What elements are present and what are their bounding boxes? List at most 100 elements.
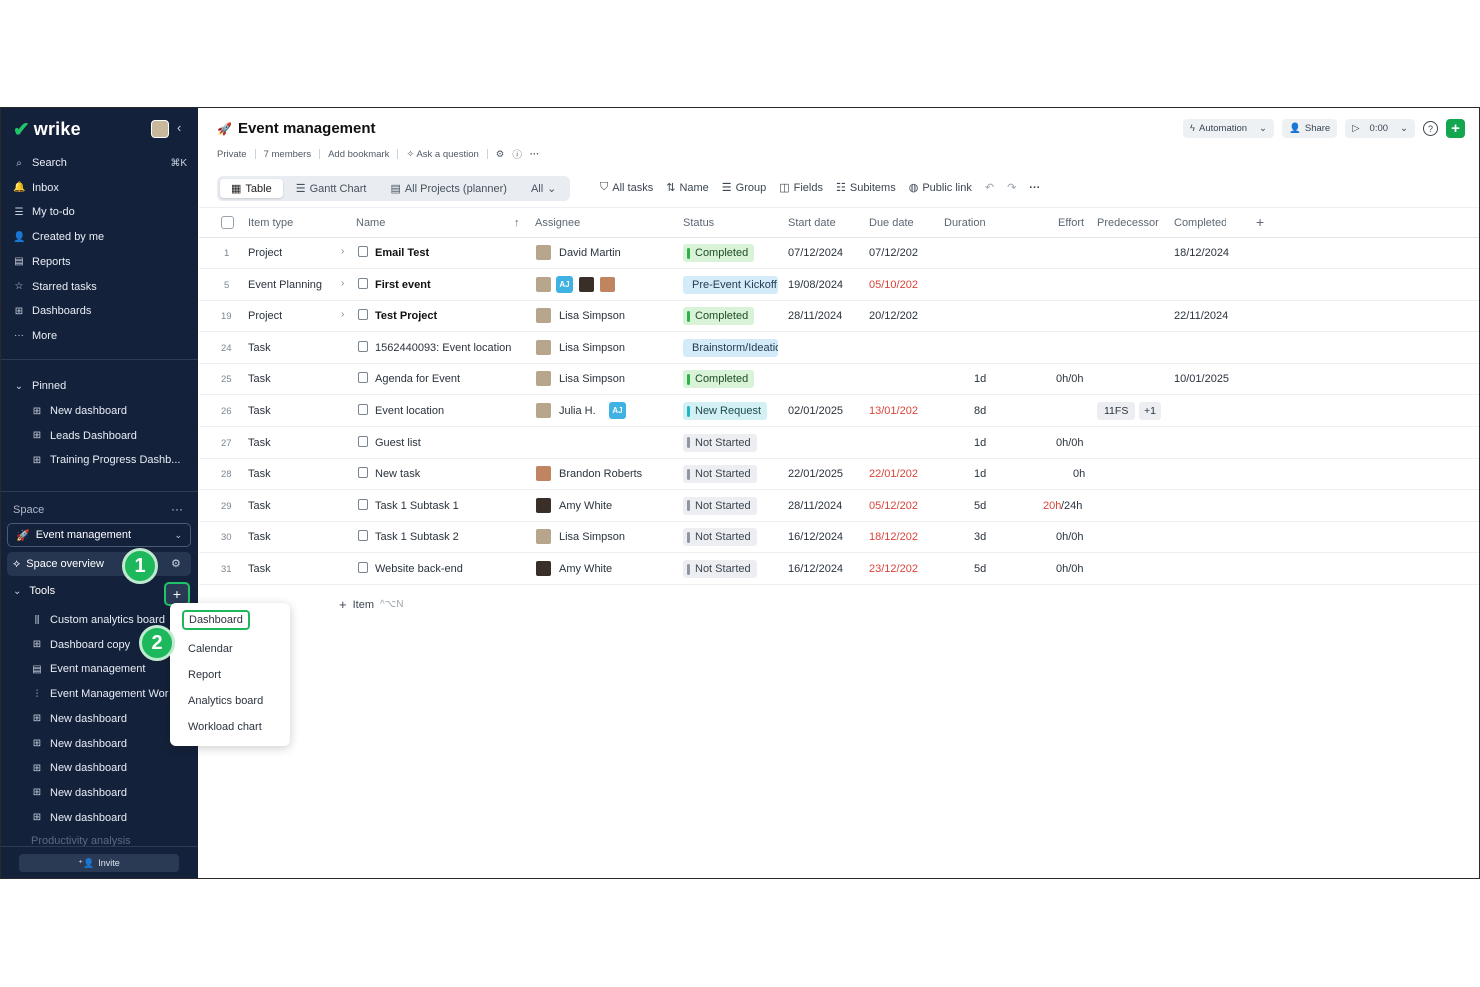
start-date[interactable]: 16/12/2024 (788, 563, 843, 575)
tab-table[interactable]: ▦ Table (220, 179, 283, 198)
item-name[interactable]: Task 1 Subtask 2 (375, 531, 525, 543)
effort[interactable]: 0h/0h (1056, 563, 1084, 575)
pinned-item[interactable]: ⊞ Training Progress Dashb... (31, 450, 189, 470)
create-new-button[interactable]: + (1446, 119, 1465, 138)
task-checkbox-icon[interactable] (358, 562, 368, 573)
info-icon[interactable]: ⓘ (512, 147, 522, 161)
ask-question-link[interactable]: ✧ Ask a question (406, 149, 478, 160)
assignee-name[interactable]: Julia H. (559, 405, 596, 417)
completed-date[interactable]: 10/01/2025 (1174, 373, 1229, 385)
wrike-logo[interactable]: ✔ wrike (13, 119, 81, 140)
status-badge[interactable]: Not Started (683, 496, 757, 515)
sort-button[interactable]: ⇅ Name (666, 181, 709, 195)
task-checkbox-icon[interactable] (358, 404, 368, 415)
table-row[interactable]: 24 Task 1562440093: Event location Lisa Sim… (199, 333, 1479, 364)
start-date[interactable]: 28/11/2024 (788, 500, 842, 512)
col-start-date[interactable]: Start date (788, 217, 836, 229)
duration[interactable]: 1d (974, 468, 986, 480)
sidebar-item-created-by-me[interactable]: 👤 Created by me (13, 227, 187, 247)
col-due-date[interactable]: Due date (869, 217, 914, 229)
effort[interactable]: 0h/0h (1056, 531, 1084, 543)
menu-item-workload-chart[interactable]: Workload chart (188, 721, 262, 733)
tool-item[interactable]: ⊞ New dashboard (31, 808, 189, 828)
assignee-name[interactable]: Lisa Simpson (559, 531, 625, 543)
start-date[interactable]: 28/11/2024 (788, 310, 842, 322)
item-name[interactable]: 1562440093: Event location (375, 342, 525, 354)
chevron-right-icon[interactable]: › (341, 309, 344, 320)
due-date[interactable]: 05/12/202 (869, 500, 925, 512)
predecessor-badge[interactable]: 11FS (1097, 402, 1136, 420)
start-date[interactable]: 16/12/2024 (788, 531, 843, 543)
item-name[interactable]: Guest list (375, 437, 525, 449)
add-column-button[interactable]: + (1256, 214, 1264, 230)
select-all-checkbox[interactable] (221, 216, 234, 229)
task-checkbox-icon[interactable] (358, 530, 368, 542)
filter-button[interactable]: ⛉ All tasks (600, 181, 653, 194)
status-badge[interactable]: Completed (683, 370, 755, 389)
table-row[interactable]: 19 Project › Test Project Lisa Simpson Comple… (199, 301, 1479, 333)
status-badge[interactable]: Brainstorm/Ideation (683, 338, 778, 357)
col-duration[interactable]: Duration (944, 217, 986, 229)
status-badge[interactable]: Pre-Event Kickoff (683, 275, 778, 294)
col-assignee[interactable]: Assignee (535, 217, 580, 229)
table-row[interactable]: 29 Task Task 1 Subtask 1 Amy White Not Start… (199, 491, 1479, 522)
table-row[interactable]: 27 Task Guest list Not Started 1d 0h/0h (199, 428, 1479, 459)
space-overview-item[interactable]: ⟡ Space overview (7, 552, 191, 576)
undo-icon[interactable]: ↶ (985, 181, 994, 194)
task-checkbox-icon[interactable] (358, 372, 368, 384)
assignee-name[interactable]: Lisa Simpson (559, 310, 625, 322)
project-icon[interactable] (358, 277, 368, 289)
table-row[interactable]: 5 Event Planning › First event AJ Pre-Event K… (199, 270, 1479, 301)
more-icon[interactable]: ··· (1029, 182, 1040, 194)
effort[interactable]: 0h (1073, 468, 1085, 480)
completed-date[interactable]: 18/12/2024 (1174, 247, 1229, 259)
status-badge[interactable]: Completed (683, 307, 755, 326)
duration[interactable]: 5d (974, 563, 986, 575)
col-predecessor[interactable]: Predecessor (1097, 217, 1159, 229)
table-row[interactable]: 30 Task Task 1 Subtask 2 Lisa Simpson Not St… (199, 522, 1479, 554)
pinned-item[interactable]: ⊞ Leads Dashboard (31, 426, 189, 446)
pinned-toggle[interactable]: ⌄ Pinned (13, 376, 187, 396)
status-badge[interactable]: Completed (683, 244, 755, 262)
status-badge[interactable]: Not Started (683, 465, 757, 484)
page-title[interactable]: Event management (238, 120, 376, 137)
due-date[interactable]: 20/12/202 (869, 310, 925, 322)
menu-item-analytics-board[interactable]: Analytics board (188, 695, 263, 707)
assignee-name[interactable]: Lisa Simpson (559, 373, 625, 385)
duration[interactable]: 5d (974, 500, 986, 512)
tool-item[interactable]: ⊞ New dashboard (31, 709, 189, 729)
tool-item[interactable]: ⊞ New dashboard (31, 758, 189, 778)
space-selector[interactable]: 🚀 Event management ⌄ (7, 523, 191, 547)
table-row[interactable]: 31 Task Website back-end Amy White Not Start… (199, 554, 1479, 585)
more-icon[interactable]: ··· (530, 149, 540, 160)
col-effort[interactable]: Effort (1058, 217, 1084, 229)
due-date[interactable]: 13/01/202 (869, 405, 925, 417)
item-name[interactable]: Task 1 Subtask 1 (375, 500, 525, 512)
table-row[interactable]: 26 Task Event location Julia H. AJ New Reques… (199, 396, 1479, 427)
invite-button[interactable]: ⁺👤 Invite (19, 854, 179, 872)
pinned-item[interactable]: ⊞ New dashboard (31, 401, 189, 421)
duration[interactable]: 1d (974, 373, 986, 385)
status-badge[interactable]: Not Started (683, 433, 757, 452)
help-icon[interactable]: ? (1423, 121, 1438, 136)
gear-icon[interactable]: ⚙ (496, 149, 505, 160)
tool-item[interactable]: ⫶ Event Management Wor (31, 684, 189, 704)
project-icon[interactable] (358, 309, 368, 321)
item-name[interactable]: Agenda for Event (375, 373, 525, 385)
start-date[interactable]: 02/01/2025 (788, 405, 843, 417)
item-name[interactable]: Test Project (375, 310, 525, 322)
add-item-button[interactable]: + Item ^⌥N (339, 597, 403, 612)
tool-item[interactable]: ⊞ New dashboard (31, 783, 189, 803)
assignee-name[interactable]: Brandon Roberts (559, 468, 642, 480)
views-filter-dropdown[interactable]: All ⌄ (520, 179, 567, 198)
collapse-sidebar-icon[interactable]: ‹ (177, 120, 181, 135)
effort[interactable]: 0h/0h (1056, 437, 1084, 449)
item-name[interactable]: First event (375, 279, 525, 291)
predecessor-more[interactable]: +1 (1139, 402, 1161, 420)
table-row[interactable]: 25 Task Agenda for Event Lisa Simpson Comple… (199, 364, 1479, 396)
effort-spent[interactable]: 20h (1043, 500, 1061, 512)
due-date[interactable]: 05/10/202 (869, 279, 925, 291)
gear-icon[interactable]: ⚙ (171, 557, 181, 570)
item-name[interactable]: Event location (375, 405, 525, 417)
sidebar-item-dashboards[interactable]: ⊞ Dashboards (13, 301, 187, 321)
